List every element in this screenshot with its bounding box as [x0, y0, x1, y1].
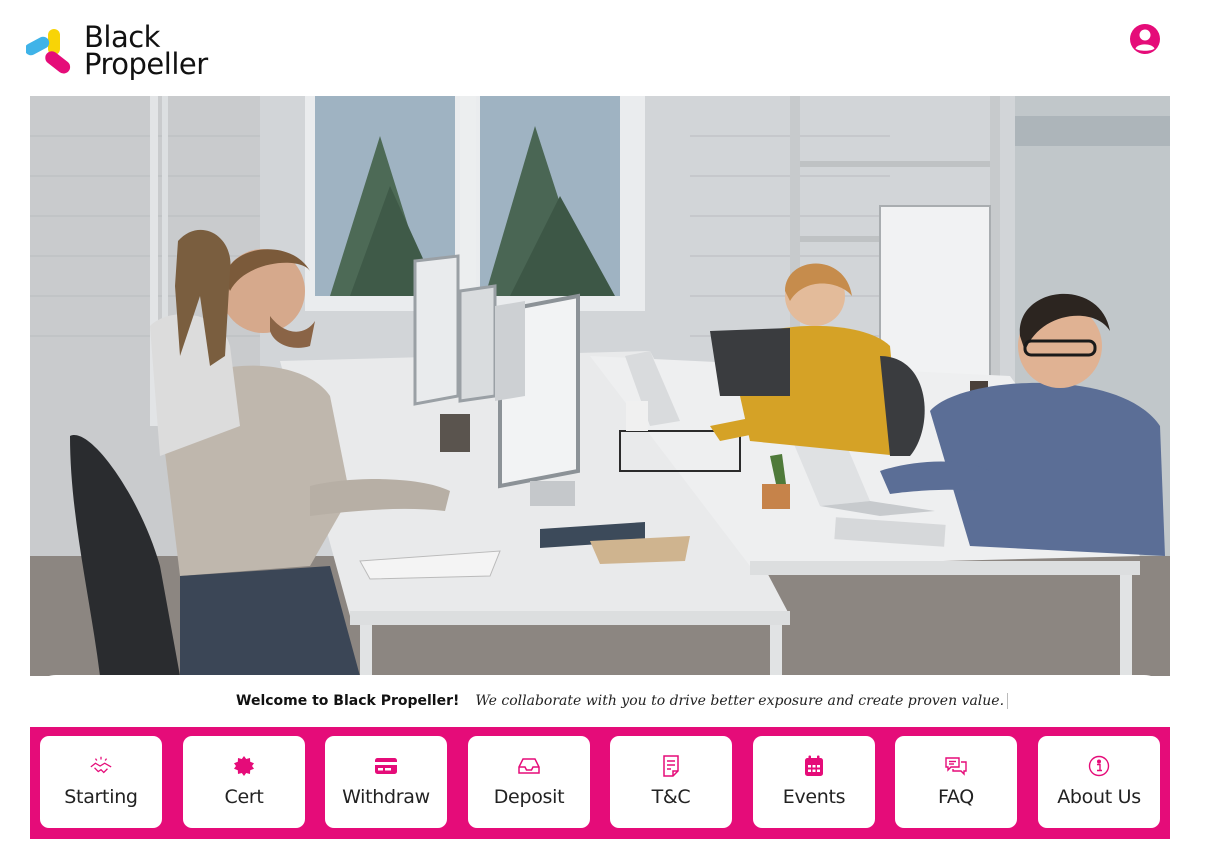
nav-tc-label: T&C [651, 786, 691, 808]
office-photo [30, 96, 1170, 676]
nav-about-button[interactable]: About Us [1038, 736, 1160, 828]
nav-cert-label: Cert [224, 786, 264, 808]
nav-starting-button[interactable]: Starting [40, 736, 162, 828]
document-icon [659, 754, 683, 778]
brand-name: Black Propeller [84, 23, 208, 81]
hero-image [30, 96, 1170, 676]
chat-icon [944, 754, 968, 778]
nav-starting-label: Starting [64, 786, 138, 808]
nav-deposit-label: Deposit [493, 786, 565, 808]
nav-faq-label: FAQ [938, 786, 974, 808]
brand-name-line2: Propeller [84, 47, 208, 81]
header: Black Propeller [0, 0, 1207, 96]
info-icon [1087, 754, 1111, 778]
badge-icon [232, 754, 256, 778]
brand-logo[interactable]: Black Propeller [26, 23, 208, 82]
nav-tc-button[interactable]: T&C [610, 736, 732, 828]
nav-cert-button[interactable]: Cert [183, 736, 305, 828]
handshake-icon [89, 754, 113, 778]
nav-events-button[interactable]: Events [753, 736, 875, 828]
nav-faq-button[interactable]: FAQ [895, 736, 1017, 828]
ticker-tagline: We collaborate with you to drive better … [475, 693, 1005, 709]
nav-withdraw-button[interactable]: Withdraw [325, 736, 447, 828]
calendar-icon [802, 754, 826, 778]
card-icon [374, 754, 398, 778]
bottom-nav: Starting Cert Withdraw Deposit T&C Event… [30, 727, 1170, 839]
nav-withdraw-label: Withdraw [342, 786, 430, 808]
ticker-headline: Welcome to Black Propeller! [236, 693, 460, 709]
ticker-caret [1007, 693, 1009, 709]
nav-deposit-button[interactable]: Deposit [468, 736, 590, 828]
user-circle-icon[interactable] [1128, 22, 1162, 56]
ticker-banner: Welcome to Black Propeller! We collabora… [30, 675, 1170, 727]
inbox-icon [517, 754, 541, 778]
nav-events-label: Events [782, 786, 846, 808]
nav-about-label: About Us [1057, 786, 1141, 808]
propeller-logo-icon [26, 29, 71, 74]
